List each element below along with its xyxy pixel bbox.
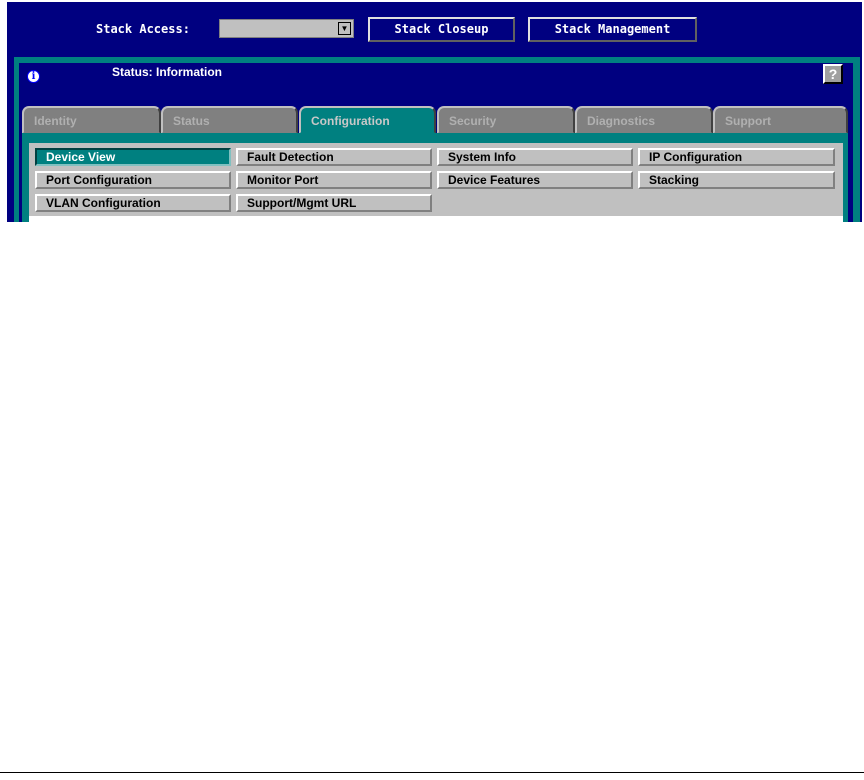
ip-configuration-button[interactable]: IP Configuration [638,148,835,166]
info-icon: i [27,70,40,83]
content-area [29,216,843,222]
tab-identity[interactable]: Identity [22,106,161,134]
monitor-port-button[interactable]: Monitor Port [236,171,432,189]
tab-configuration[interactable]: Configuration [299,106,436,134]
device-features-button[interactable]: Device Features [437,171,633,189]
tab-security[interactable]: Security [437,106,575,134]
status-text: Status: Information [112,65,222,79]
tab-status[interactable]: Status [161,106,298,134]
stacking-button[interactable]: Stacking [638,171,835,189]
port-configuration-button[interactable]: Port Configuration [35,171,231,189]
stack-access-label: Stack Access: [96,22,190,36]
stack-management-button[interactable]: Stack Management [528,17,697,42]
tab-support[interactable]: Support [713,106,848,134]
chevron-down-icon[interactable]: ▼ [338,22,351,35]
stack-access-dropdown[interactable]: ▼ [219,19,354,38]
fault-detection-button[interactable]: Fault Detection [236,148,432,166]
tab-diagnostics[interactable]: Diagnostics [575,106,713,134]
help-button[interactable]: ? [823,64,843,84]
stack-closeup-button[interactable]: Stack Closeup [368,17,515,42]
divider [0,772,864,773]
system-info-button[interactable]: System Info [437,148,633,166]
support-mgmt-url-button[interactable]: Support/Mgmt URL [236,194,432,212]
vlan-configuration-button[interactable]: VLAN Configuration [35,194,231,212]
device-view-button[interactable]: Device View [35,148,231,166]
